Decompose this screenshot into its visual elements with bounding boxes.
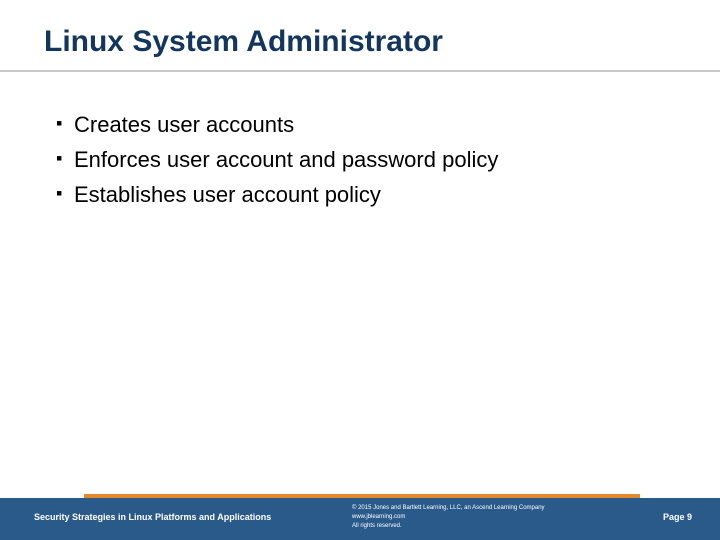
- bullet-item: Creates user accounts: [56, 108, 680, 141]
- footer-course-title: Security Strategies in Linux Platforms a…: [34, 512, 271, 522]
- slide: Linux System Administrator Creates user …: [0, 0, 720, 540]
- copyright-rights: All rights reserved.: [352, 522, 545, 531]
- footer-accent: [84, 494, 640, 498]
- title-divider: [0, 70, 720, 72]
- bullet-item: Enforces user account and password polic…: [56, 143, 680, 176]
- copyright-url: www.jblearning.com: [352, 513, 545, 522]
- page-number: Page 9: [663, 512, 692, 522]
- slide-title: Linux System Administrator: [44, 24, 680, 60]
- copyright-line: © 2015 Jones and Bartlett Learning, LLC,…: [352, 504, 545, 513]
- bullet-item: Establishes user account policy: [56, 178, 680, 211]
- footer-bar: Security Strategies in Linux Platforms a…: [0, 498, 720, 540]
- bullet-list: Creates user accounts Enforces user acco…: [56, 108, 680, 211]
- footer-copyright: © 2015 Jones and Bartlett Learning, LLC,…: [352, 504, 545, 531]
- slide-body: Creates user accounts Enforces user acco…: [56, 108, 680, 213]
